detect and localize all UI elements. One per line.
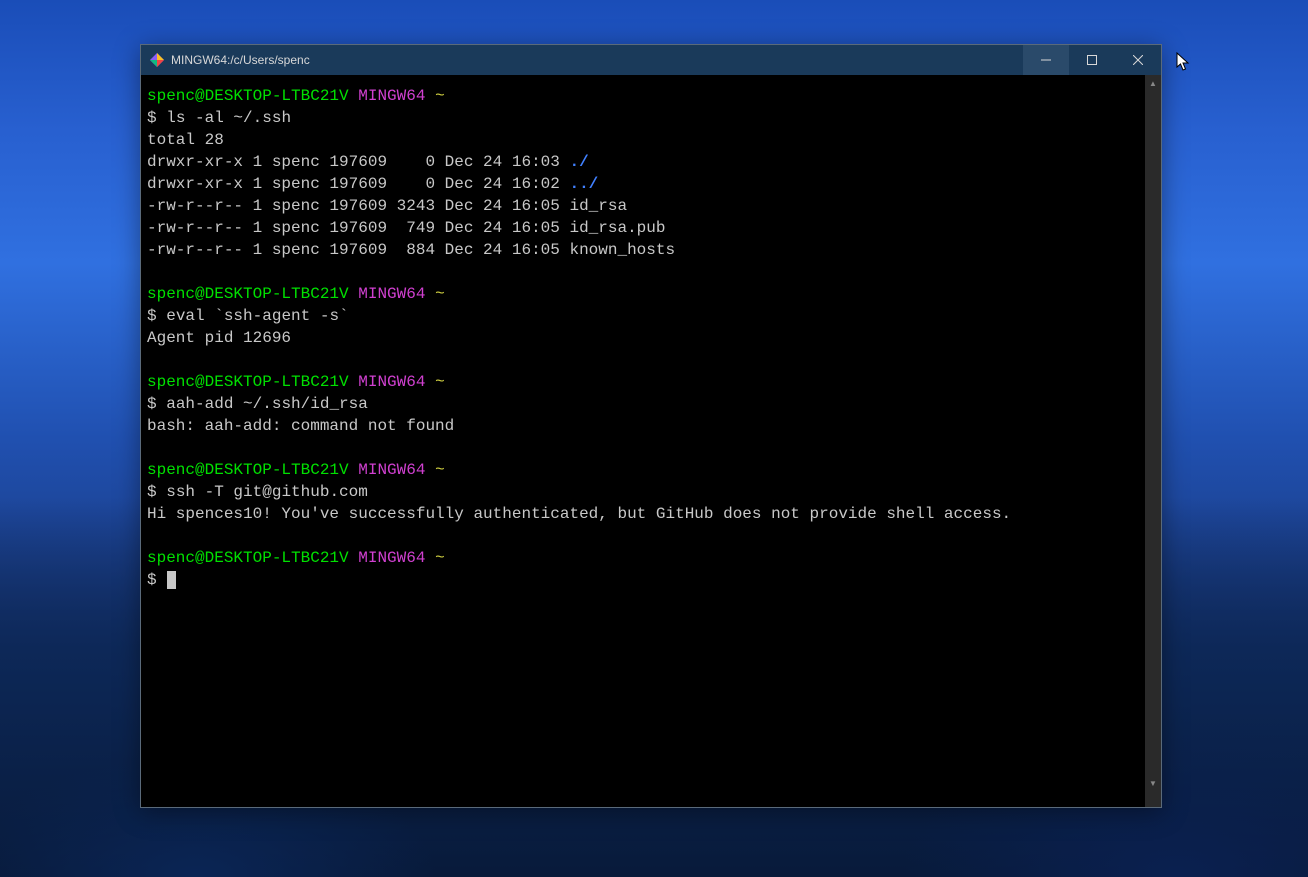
window-title: MINGW64:/c/Users/spenc: [171, 53, 1023, 67]
prompt-symbol: $: [147, 571, 157, 589]
output-line: total 28: [147, 131, 224, 149]
terminal-output: spenc@DESKTOP-LTBC21V MINGW64 ~ $ ls -al…: [141, 75, 1161, 597]
prompt-path: ~: [435, 373, 445, 391]
prompt-symbol: $: [147, 395, 157, 413]
output-line: Agent pid 12696: [147, 329, 291, 347]
output-line: -rw-r--r-- 1 spenc 197609 749 Dec 24 16:…: [147, 219, 665, 237]
dir-link: ../: [569, 175, 598, 193]
terminal-window: MINGW64:/c/Users/spenc spenc@DESKTOP-LTB…: [140, 44, 1162, 808]
prompt-user-host: spenc@DESKTOP-LTBC21V: [147, 549, 349, 567]
window-controls: [1023, 45, 1161, 75]
output-line: Hi spences10! You've successfully authen…: [147, 505, 1011, 523]
prompt-symbol: $: [147, 483, 157, 501]
output-line: bash: aah-add: command not found: [147, 417, 454, 435]
prompt-symbol: $: [147, 109, 157, 127]
prompt-path: ~: [435, 461, 445, 479]
prompt-env: MINGW64: [358, 285, 425, 303]
command-text: ssh -T git@github.com: [166, 483, 368, 501]
scroll-up-icon[interactable]: ▲: [1145, 75, 1161, 91]
command-text: ls -al ~/.ssh: [166, 109, 291, 127]
scroll-track[interactable]: [1145, 91, 1161, 775]
resize-grip[interactable]: [1145, 791, 1161, 807]
dir-link: ./: [569, 153, 588, 171]
output-line: -rw-r--r-- 1 spenc 197609 3243 Dec 24 16…: [147, 197, 627, 215]
close-button[interactable]: [1115, 45, 1161, 75]
vertical-scrollbar[interactable]: ▲ ▼: [1145, 75, 1161, 791]
output-line: drwxr-xr-x 1 spenc 197609 0 Dec 24 16:03: [147, 153, 569, 171]
prompt-env: MINGW64: [358, 373, 425, 391]
prompt-path: ~: [435, 285, 445, 303]
prompt-env: MINGW64: [358, 461, 425, 479]
prompt-symbol: $: [147, 307, 157, 325]
prompt-user-host: spenc@DESKTOP-LTBC21V: [147, 461, 349, 479]
prompt-user-host: spenc@DESKTOP-LTBC21V: [147, 87, 349, 105]
mouse-cursor-icon: [1176, 52, 1190, 72]
prompt-user-host: spenc@DESKTOP-LTBC21V: [147, 285, 349, 303]
prompt-path: ~: [435, 549, 445, 567]
titlebar[interactable]: MINGW64:/c/Users/spenc: [141, 45, 1161, 75]
output-line: -rw-r--r-- 1 spenc 197609 884 Dec 24 16:…: [147, 241, 675, 259]
terminal-body[interactable]: spenc@DESKTOP-LTBC21V MINGW64 ~ $ ls -al…: [141, 75, 1161, 807]
maximize-button[interactable]: [1069, 45, 1115, 75]
prompt-env: MINGW64: [358, 549, 425, 567]
output-line: drwxr-xr-x 1 spenc 197609 0 Dec 24 16:02: [147, 175, 569, 193]
prompt-user-host: spenc@DESKTOP-LTBC21V: [147, 373, 349, 391]
text-cursor: [167, 571, 176, 589]
minimize-button[interactable]: [1023, 45, 1069, 75]
scroll-down-icon[interactable]: ▼: [1145, 775, 1161, 791]
prompt-env: MINGW64: [358, 87, 425, 105]
app-icon: [149, 52, 165, 68]
command-text: aah-add ~/.ssh/id_rsa: [166, 395, 368, 413]
command-text: eval `ssh-agent -s`: [166, 307, 348, 325]
prompt-path: ~: [435, 87, 445, 105]
